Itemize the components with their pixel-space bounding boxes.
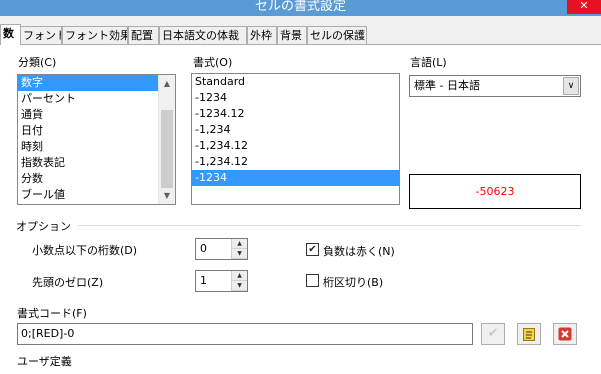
options-label: オプション — [16, 220, 71, 233]
scroll-thumb[interactable] — [161, 110, 173, 188]
spin-down-icon[interactable]: ▼ — [232, 249, 247, 259]
leading-zeros-spinner[interactable]: 1 ▲ ▼ — [195, 270, 248, 292]
category-item[interactable]: パーセント — [18, 91, 175, 107]
user-defined-label: ユーザ定義 — [17, 355, 72, 368]
decimal-places-spinner[interactable]: 0 ▲ ▼ — [195, 238, 248, 260]
format-item[interactable]: -1,234.12 — [192, 138, 399, 154]
tab-asian-typography[interactable]: 日本語文の体裁 — [159, 26, 247, 45]
format-item[interactable]: -1,234.12 — [192, 154, 399, 170]
tab-cell-protection[interactable]: セルの保護 — [307, 26, 367, 45]
negative-red-checkbox[interactable]: ✔ — [306, 243, 319, 256]
category-item[interactable]: 通貨 — [18, 107, 175, 123]
negative-red-label[interactable]: 負数は赤く(N) — [323, 243, 395, 259]
window-title: セルの書式設定 — [254, 0, 346, 14]
format-item[interactable]: -1234 — [192, 170, 399, 186]
tab-alignment[interactable]: 配置 — [128, 26, 159, 45]
tab-font[interactable]: フォント — [20, 26, 62, 45]
decimal-places-label: 小数点以下の桁数(D) — [32, 244, 138, 257]
edit-comment-button[interactable] — [517, 323, 541, 345]
thousands-separator-label[interactable]: 桁区切り(B) — [323, 274, 383, 290]
delete-icon — [558, 327, 572, 341]
tab-bar: 数 フォント フォント効果 配置 日本語文の体裁 外枠 背景 セルの保護 — [0, 24, 601, 45]
leading-zeros-label: 先頭のゼロ(Z) — [32, 276, 104, 289]
format-code-input[interactable]: 0;[RED]-0 — [17, 323, 473, 345]
format-listbox[interactable]: Standard -1234 -1234.12 -1,234 -1,234.12 -1,2… — [191, 73, 400, 205]
apply-format-button[interactable]: ✔ — [481, 323, 505, 345]
language-select[interactable]: 標準 - 日本語 ∨ — [409, 75, 581, 97]
close-icon: ✕ — [579, 0, 589, 12]
category-item[interactable]: 指数表記 — [18, 155, 175, 171]
tab-borders[interactable]: 外枠 — [247, 26, 277, 45]
category-item[interactable]: 日付 — [18, 123, 175, 139]
leading-zeros-value: 1 — [200, 274, 207, 287]
category-label: 分類(C) — [18, 56, 57, 69]
note-icon — [523, 328, 535, 341]
decimal-places-value: 0 — [200, 242, 207, 255]
format-code-label: 書式コード(F) — [17, 307, 87, 320]
language-value: 標準 - 日本語 — [414, 79, 480, 92]
format-preview: -50623 — [409, 174, 581, 209]
category-item[interactable]: 数字 — [18, 75, 175, 91]
format-label: 書式(O) — [193, 56, 233, 69]
format-item[interactable]: -1234.12 — [192, 106, 399, 122]
tab-background[interactable]: 背景 — [277, 26, 307, 45]
format-item[interactable]: -1234 — [192, 90, 399, 106]
language-label: 言語(L) — [410, 56, 447, 69]
category-item[interactable]: ブール値 — [18, 187, 175, 203]
format-item[interactable]: Standard — [192, 74, 399, 90]
thousands-separator-checkbox[interactable] — [306, 274, 319, 287]
category-listbox[interactable]: 数字 パーセント 通貨 日付 時刻 指数表記 分数 ブール値 ▲ ▼ — [17, 74, 176, 205]
scroll-up-icon[interactable]: ▲ — [159, 75, 175, 92]
tab-numbers[interactable]: 数 — [0, 24, 21, 45]
tab-font-effects[interactable]: フォント効果 — [62, 26, 128, 45]
delete-format-button[interactable] — [553, 323, 577, 345]
spin-down-icon[interactable]: ▼ — [232, 281, 247, 291]
category-item[interactable]: 分数 — [18, 171, 175, 187]
close-button[interactable]: ✕ — [567, 0, 601, 14]
scroll-down-icon[interactable]: ▼ — [159, 187, 175, 204]
chevron-down-icon[interactable]: ∨ — [563, 77, 579, 95]
format-item[interactable]: -1,234 — [192, 122, 399, 138]
title-bar: セルの書式設定 ✕ — [0, 0, 601, 16]
category-item[interactable]: 時刻 — [18, 139, 175, 155]
spin-up-icon[interactable]: ▲ — [232, 271, 247, 281]
options-separator — [78, 225, 581, 226]
spin-up-icon[interactable]: ▲ — [232, 239, 247, 249]
checkmark-icon: ✔ — [487, 326, 499, 341]
category-scrollbar[interactable]: ▲ ▼ — [158, 75, 175, 204]
tab-panel-numbers: 分類(C) 数字 パーセント 通貨 日付 時刻 指数表記 分数 ブール値 ▲ ▼ 書式(O) … — [0, 44, 601, 374]
